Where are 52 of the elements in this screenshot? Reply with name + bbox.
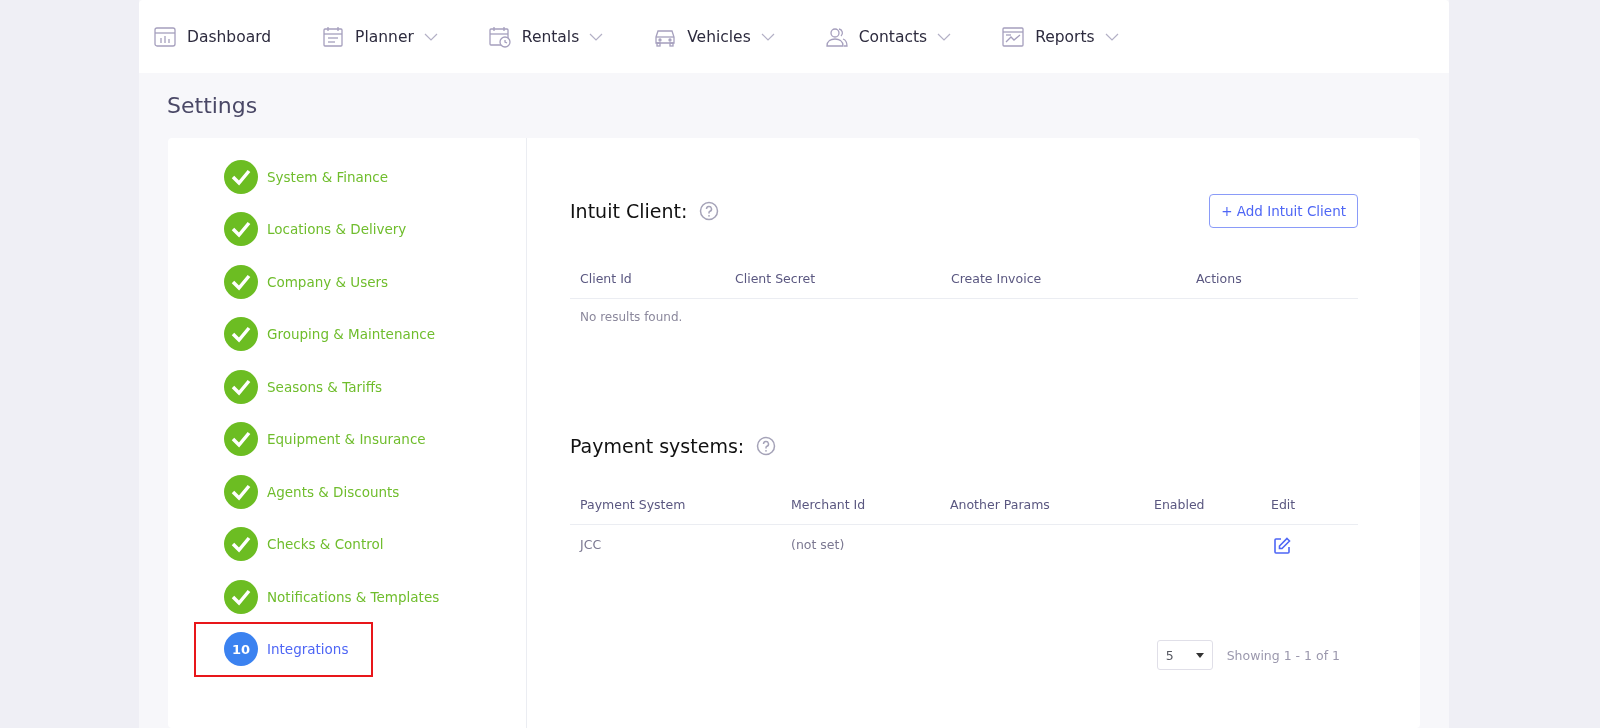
column-header: Client Id — [580, 270, 633, 286]
check-icon — [224, 527, 258, 561]
page-title: Settings — [166, 92, 259, 120]
nav-item[interactable]: Planner — [321, 24, 438, 49]
add-client-button[interactable]: + Add Intuit Client — [1209, 194, 1358, 228]
nav-item[interactable]: Rentals — [487, 24, 604, 49]
nav-item[interactable]: Vehicles — [653, 24, 775, 49]
check-icon — [224, 474, 258, 509]
help-icon[interactable] — [756, 436, 777, 456]
calendar-clock-icon — [487, 24, 512, 49]
nav-item[interactable]: Dashboard — [153, 24, 272, 49]
check-icon — [224, 159, 258, 194]
page-size-select[interactable]: 5 — [1156, 640, 1213, 670]
check-icon — [224, 317, 258, 351]
check-icon — [224, 422, 258, 456]
column-header: Another Params — [950, 496, 1051, 512]
settings-step[interactable]: Grouping & Maintenance — [196, 316, 451, 352]
step-number: 10 — [224, 632, 258, 666]
check-icon — [224, 369, 258, 404]
check-icon — [224, 212, 258, 246]
edit-icon[interactable] — [1273, 536, 1291, 555]
chart-board-icon — [153, 24, 177, 49]
section-title: Intuit Client: — [570, 200, 688, 222]
settings-step[interactable]: 10 Integrations — [196, 623, 371, 675]
settings-step[interactable]: Seasons & Tariffs — [196, 369, 398, 404]
caret-icon — [1195, 652, 1204, 658]
empty-message: No results found. — [579, 309, 684, 326]
calendar-icon — [321, 24, 346, 49]
help-icon[interactable] — [699, 201, 720, 221]
table-cell-text: JCC — [580, 536, 603, 552]
settings-step[interactable]: Locations & Delivery — [196, 211, 422, 247]
nav-item[interactable]: Contacts — [824, 24, 952, 49]
column-header: Create Invoice — [951, 270, 1043, 286]
column-header: Edit — [1271, 496, 1297, 512]
settings-step[interactable]: Agents & Discounts — [196, 474, 415, 509]
table-cell-text: (not set) — [791, 536, 846, 552]
check-icon — [224, 579, 258, 614]
nav-item[interactable]: Reports — [1001, 24, 1119, 49]
settings-step[interactable]: Checks & Control — [196, 526, 399, 562]
chart-icon — [1001, 24, 1026, 49]
settings-step[interactable]: System & Finance — [196, 159, 404, 194]
settings-step[interactable]: Equipment & Insurance — [196, 421, 441, 457]
column-header: Enabled — [1154, 496, 1206, 512]
column-header: Actions — [1196, 270, 1243, 286]
column-header: Payment System — [580, 496, 687, 512]
column-header: Client Secret — [735, 270, 817, 286]
settings-step[interactable]: Notifications & Templates — [196, 579, 455, 614]
section-title: Payment systems: — [570, 435, 745, 457]
settings-step[interactable]: Company & Users — [196, 264, 404, 299]
check-icon — [224, 264, 258, 299]
column-header: Merchant Id — [791, 496, 867, 512]
pagination-summary: Showing 1 - 1 of 1 — [1226, 647, 1340, 663]
